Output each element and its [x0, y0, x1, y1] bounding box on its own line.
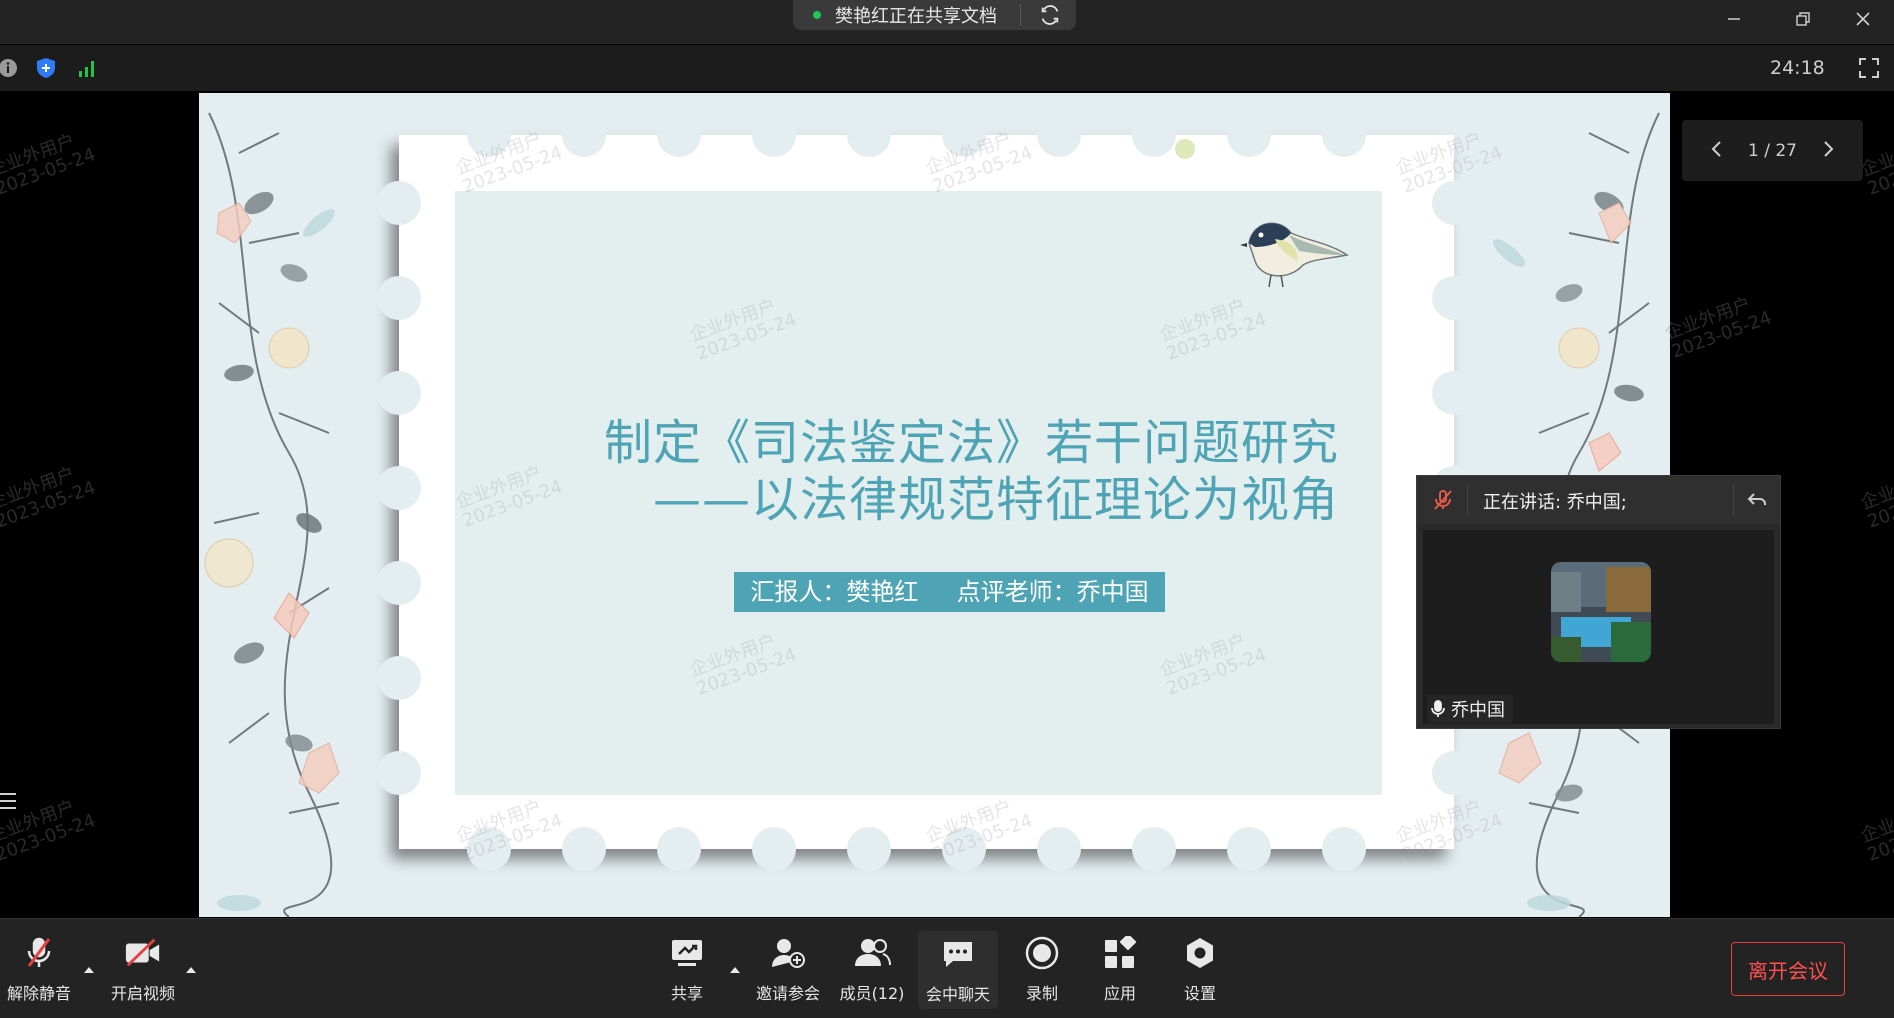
leave-meeting-button[interactable]: 离开会议	[1731, 942, 1845, 996]
start-video-label: 开启视频	[110, 984, 175, 1003]
caret-up-icon[interactable]	[728, 965, 742, 975]
participant-name: 乔中国	[1451, 700, 1505, 721]
fullscreen-icon[interactable]	[1857, 56, 1881, 80]
chat-icon	[939, 935, 977, 973]
side-menu-icon[interactable]	[0, 791, 20, 815]
unmute-button[interactable]: 解除静音	[2, 919, 76, 1018]
minimize-button[interactable]	[1716, 4, 1752, 34]
chat-label: 会中聊天	[925, 985, 990, 1004]
share-screen-icon	[668, 934, 706, 972]
settings-label: 设置	[1183, 984, 1216, 1003]
meeting-timer: 24:18	[1770, 57, 1825, 79]
close-button[interactable]	[1845, 4, 1881, 34]
muted-microphone-icon	[1431, 488, 1455, 512]
speaker-video-tile[interactable]: 乔中国	[1423, 530, 1774, 724]
watermark: 企业外用户 2023-05-24	[1857, 463, 1894, 533]
meeting-toolbar: 解除静音 开启视频 共享 邀请参会 成员(12) 会中聊天 录制 应用 设置 离…	[0, 918, 1894, 1018]
members-button[interactable]: 成员(12)	[836, 919, 908, 1018]
members-icon	[853, 934, 891, 972]
microphone-icon	[1431, 700, 1445, 718]
video-off-icon	[124, 934, 162, 972]
divider	[1733, 484, 1734, 516]
caret-up-icon[interactable]	[184, 965, 198, 975]
gear-icon	[1181, 934, 1219, 972]
muted-microphone-icon	[20, 934, 58, 972]
divider	[1467, 484, 1468, 516]
members-label: 成员(12)	[839, 984, 905, 1003]
sharing-status-dot	[813, 11, 821, 19]
page-indicator: 1 / 27	[1748, 140, 1797, 161]
invite-label: 邀请参会	[755, 984, 820, 1003]
share-label: 共享	[670, 984, 703, 1003]
bird-illustration	[1240, 222, 1349, 288]
watermark: 企业外用户 2023-05-24	[0, 130, 99, 200]
speaking-indicator: 正在讲话: 乔中国;	[1483, 492, 1627, 513]
settings-button[interactable]: 设置	[1174, 919, 1226, 1018]
return-icon[interactable]	[1745, 488, 1769, 512]
chevron-left-icon[interactable]	[1710, 140, 1722, 162]
unmute-label: 解除静音	[6, 984, 71, 1003]
divider	[1020, 4, 1021, 26]
record-label: 录制	[1025, 984, 1058, 1003]
share-button[interactable]: 共享	[661, 919, 713, 1018]
add-user-icon	[769, 934, 807, 972]
sharing-status-text: 樊艳红正在共享文档	[835, 6, 997, 27]
speaker-panel-header: 正在讲话: 乔中国;	[1417, 476, 1780, 524]
record-icon	[1023, 934, 1061, 972]
apps-label: 应用	[1103, 984, 1136, 1003]
slide-title-line1: 制定《司法鉴定法》若干问题研究	[603, 415, 1339, 471]
security-shield-icon[interactable]	[34, 56, 58, 80]
slide-subtitle: 汇报人：樊艳红 点评老师：乔中国	[734, 572, 1165, 612]
invite-button[interactable]: 邀请参会	[752, 919, 824, 1018]
sharing-status-pill: 樊艳红正在共享文档	[793, 0, 1076, 30]
meeting-info-bar: 24:18	[0, 45, 1894, 91]
slide-title: 制定《司法鉴定法》若干问题研究 ——以法律规范特征理论为视角	[469, 415, 1339, 529]
watermark: 企业外用户 2023-05-24	[0, 463, 99, 533]
shared-content-stage: 制定《司法鉴定法》若干问题研究 ——以法律规范特征理论为视角 汇报人：樊艳红 点…	[0, 91, 1894, 918]
chat-button[interactable]: 会中聊天	[918, 931, 998, 1009]
watermark: 企业外用户 2023-05-24	[1857, 130, 1894, 200]
title-bar: 樊艳红正在共享文档	[0, 0, 1894, 44]
watermark: 企业外用户 2023-05-24	[1857, 796, 1894, 866]
avatar	[1551, 562, 1651, 662]
page-navigator: 1 / 27	[1682, 120, 1863, 181]
info-icon[interactable]	[0, 56, 20, 80]
caret-up-icon[interactable]	[82, 965, 96, 975]
chevron-right-icon[interactable]	[1823, 140, 1835, 162]
active-speaker-panel[interactable]: 正在讲话: 乔中国; 乔中国	[1416, 475, 1781, 729]
restore-button[interactable]	[1785, 4, 1821, 34]
apps-button[interactable]: 应用	[1094, 919, 1146, 1018]
start-video-button[interactable]: 开启视频	[106, 919, 180, 1018]
refresh-icon[interactable]	[1037, 2, 1063, 28]
slide-title-line2: ——以法律规范特征理论为视角	[652, 472, 1339, 528]
record-button[interactable]: 录制	[1016, 919, 1068, 1018]
network-signal-icon[interactable]	[76, 56, 100, 80]
apps-grid-icon	[1101, 934, 1139, 972]
participant-name-tag: 乔中国	[1427, 695, 1513, 723]
watermark: 企业外用户 2023-05-24	[1661, 293, 1775, 363]
